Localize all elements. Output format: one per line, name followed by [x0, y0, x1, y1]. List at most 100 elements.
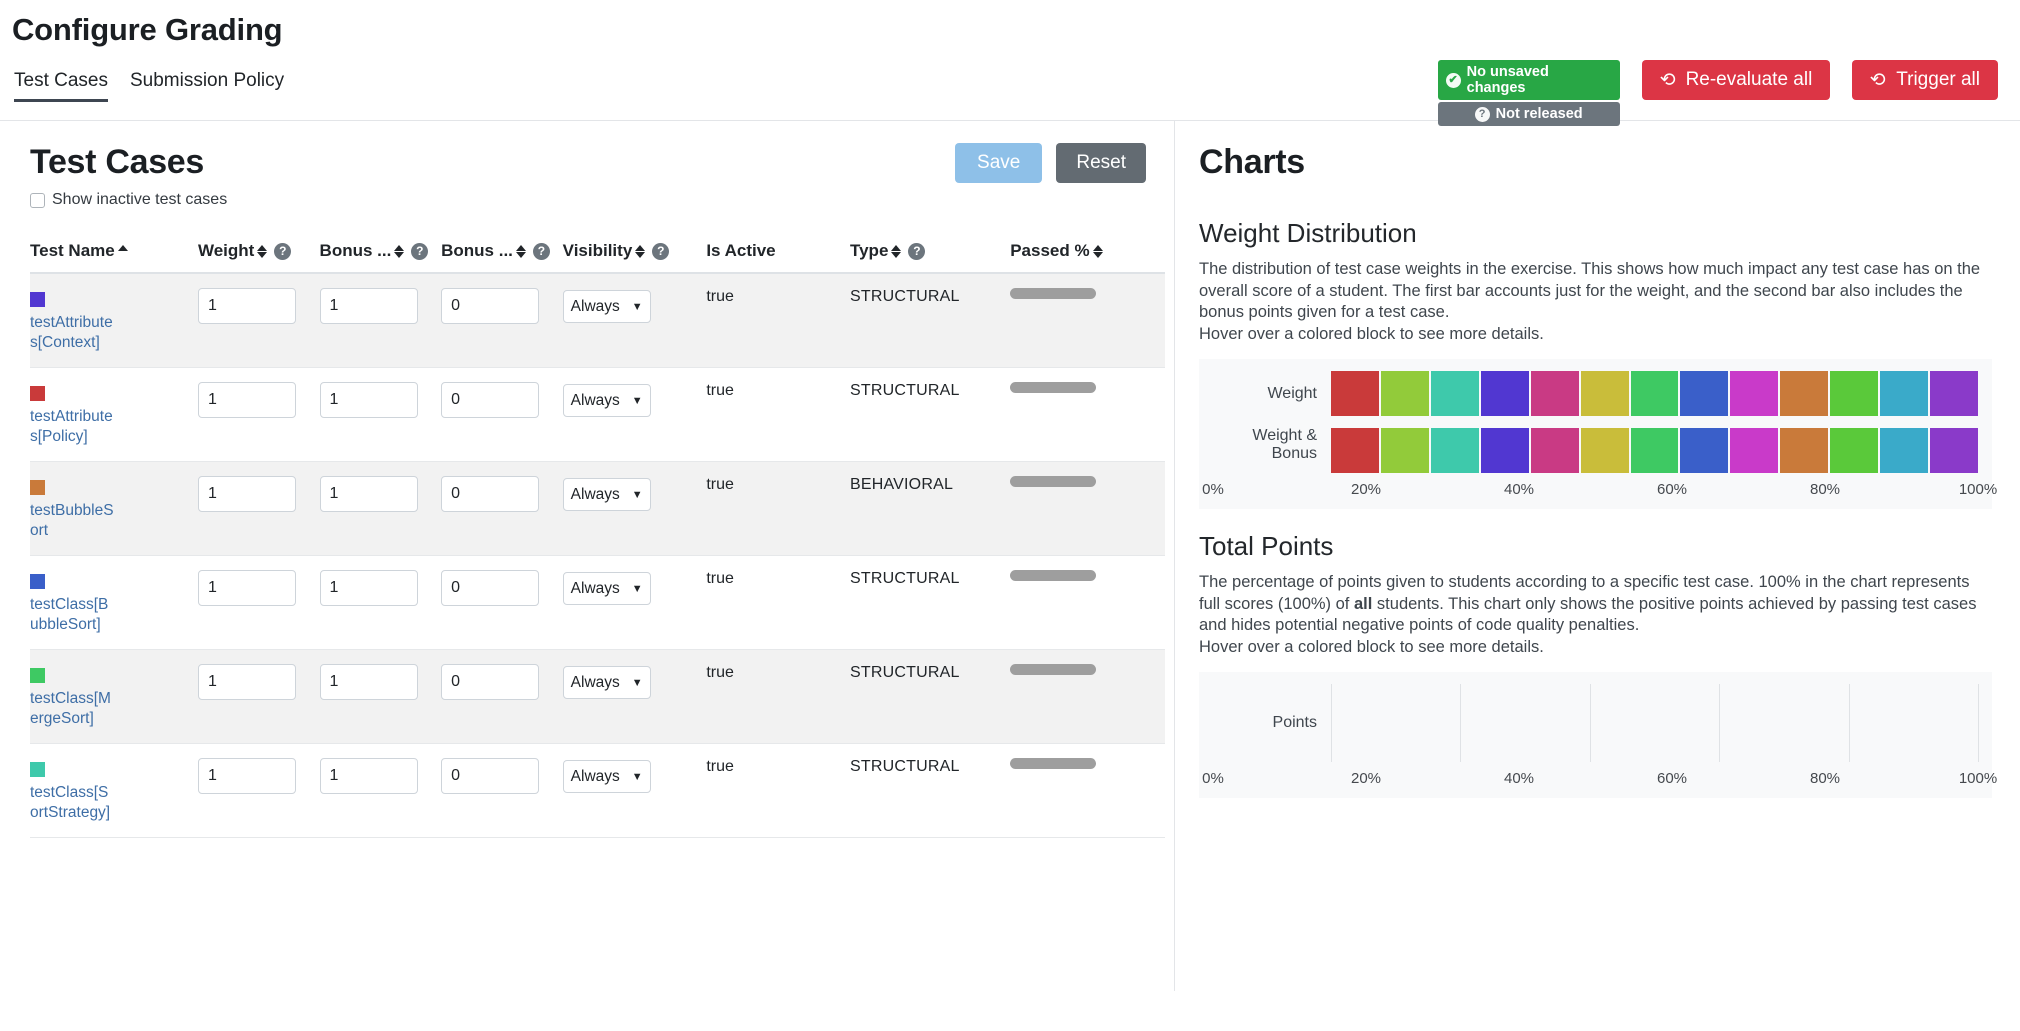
bonus-multiplier-input[interactable]: [320, 288, 418, 324]
show-inactive-row[interactable]: Show inactive test cases: [30, 191, 227, 209]
passed-percent-cell: [1010, 650, 1165, 744]
chart-gridline: [1460, 684, 1461, 762]
chart-row-label: Points: [1213, 714, 1317, 732]
visibility-cell: Always ▼: [563, 273, 707, 368]
total-points-chart: Points 0%20%40%60%80%100%: [1199, 672, 1992, 798]
bonus-multiplier-input[interactable]: [320, 664, 418, 700]
visibility-select[interactable]: Always▼: [563, 760, 651, 793]
chart-segment[interactable]: [1680, 371, 1728, 416]
bonus-points-input[interactable]: [441, 758, 539, 794]
visibility-select[interactable]: Always▼: [563, 666, 651, 699]
save-button[interactable]: Save: [955, 143, 1042, 183]
chart-segment[interactable]: [1381, 371, 1429, 416]
visibility-select[interactable]: Always▼: [563, 572, 651, 605]
chart-segment[interactable]: [1481, 371, 1529, 416]
chart-segment[interactable]: [1730, 371, 1778, 416]
chart-segment[interactable]: [1381, 428, 1429, 473]
visibility-select[interactable]: Always ▼: [563, 290, 651, 323]
column-header-test-name[interactable]: Test Name: [30, 241, 198, 273]
help-icon[interactable]: ?: [652, 243, 669, 260]
test-name-link[interactable]: testClass[SortStrategy]: [30, 783, 116, 823]
chart-segment[interactable]: [1780, 371, 1828, 416]
table-row: testClass[BubbleSort]Always▼trueSTRUCTUR…: [30, 556, 1165, 650]
bonus-points-input[interactable]: [441, 288, 539, 324]
bonus-multiplier-input[interactable]: [320, 476, 418, 512]
weight-input[interactable]: [198, 288, 296, 324]
test-name-link[interactable]: testClass[MergeSort]: [30, 689, 116, 729]
chart-segment[interactable]: [1631, 428, 1679, 473]
weight-input[interactable]: [198, 382, 296, 418]
visibility-select[interactable]: Always▼: [563, 384, 651, 417]
chart-segment[interactable]: [1780, 428, 1828, 473]
chart-segment[interactable]: [1880, 428, 1928, 473]
help-icon[interactable]: ?: [411, 243, 428, 260]
chart-segment[interactable]: [1531, 371, 1579, 416]
description-hover-hint: Hover over a colored block to see more d…: [1199, 638, 1544, 656]
stacked-bar-weight-bonus[interactable]: [1331, 428, 1978, 473]
column-header-visibility[interactable]: Visibility ?: [563, 241, 707, 273]
chart-segment[interactable]: [1680, 428, 1728, 473]
bonus-points-input[interactable]: [441, 570, 539, 606]
bonus-points-input[interactable]: [441, 476, 539, 512]
chart-segment[interactable]: [1730, 428, 1778, 473]
bonus-multiplier-input[interactable]: [320, 570, 418, 606]
chevron-down-icon: ▼: [632, 301, 643, 313]
type-cell: STRUCTURAL: [850, 273, 1010, 368]
weight-distribution-title: Weight Distribution: [1199, 218, 1992, 249]
chart-row-label: Weight: [1213, 385, 1331, 403]
status-badges: ✔ No unsaved changes ? Not released: [1438, 60, 1620, 126]
description-emphasis: all: [1354, 595, 1372, 613]
weight-input[interactable]: [198, 570, 296, 606]
chart-segment[interactable]: [1830, 428, 1878, 473]
test-color-swatch: [30, 386, 45, 401]
trigger-all-button[interactable]: ⟳ Trigger all: [1852, 60, 1998, 100]
tab-test-cases[interactable]: Test Cases: [14, 70, 108, 102]
column-header-bonus-points[interactable]: Bonus ... ?: [441, 241, 563, 273]
help-icon[interactable]: ?: [274, 243, 291, 260]
chart-segment[interactable]: [1930, 428, 1978, 473]
charts-pane: Charts Weight Distribution The distribut…: [1175, 121, 2020, 991]
test-name-link[interactable]: testBubbleSort: [30, 501, 116, 541]
test-name-link[interactable]: testClass[BubbleSort]: [30, 595, 116, 635]
bonus-multiplier-input[interactable]: [320, 758, 418, 794]
weight-input[interactable]: [198, 664, 296, 700]
chart-segment[interactable]: [1880, 371, 1928, 416]
weight-input[interactable]: [198, 758, 296, 794]
visibility-select[interactable]: Always▼: [563, 478, 651, 511]
chart-segment[interactable]: [1531, 428, 1579, 473]
chevron-down-icon: ▼: [632, 489, 643, 501]
reset-button[interactable]: Reset: [1056, 143, 1146, 183]
test-name-link[interactable]: testAttributes[Context]: [30, 313, 116, 353]
bonus-points-input[interactable]: [441, 664, 539, 700]
column-header-type[interactable]: Type ?: [850, 241, 1010, 273]
bonus-multiplier-input[interactable]: [320, 382, 418, 418]
help-icon[interactable]: ?: [908, 243, 925, 260]
column-header-weight[interactable]: Weight ?: [198, 241, 320, 273]
test-cases-heading: Test Cases: [30, 143, 227, 182]
chart-segment[interactable]: [1331, 428, 1379, 473]
tab-submission-policy[interactable]: Submission Policy: [130, 70, 284, 102]
chart-segment[interactable]: [1830, 371, 1878, 416]
test-name-link[interactable]: testAttributes[Policy]: [30, 407, 116, 447]
help-icon[interactable]: ?: [533, 243, 550, 260]
weight-input[interactable]: [198, 476, 296, 512]
bonus-points-input[interactable]: [441, 382, 539, 418]
stacked-bar-weight[interactable]: [1331, 371, 1978, 416]
show-inactive-checkbox[interactable]: [30, 193, 45, 208]
chart-segment[interactable]: [1930, 371, 1978, 416]
column-header-passed-percent[interactable]: Passed %: [1010, 241, 1165, 273]
chart-segment[interactable]: [1581, 371, 1629, 416]
chart-segment[interactable]: [1331, 371, 1379, 416]
chart-segment[interactable]: [1431, 371, 1479, 416]
visibility-value: Always: [571, 298, 620, 316]
chart-segment[interactable]: [1631, 371, 1679, 416]
bonus-points-cell: [441, 556, 563, 650]
chart-segment[interactable]: [1481, 428, 1529, 473]
column-header-bonus-multiplier[interactable]: Bonus ... ?: [320, 241, 442, 273]
re-evaluate-all-button[interactable]: ⟳ Re-evaluate all: [1642, 60, 1831, 100]
sort-both-icon: [1093, 244, 1103, 259]
chart-segment[interactable]: [1431, 428, 1479, 473]
is-active-cell: true: [706, 368, 850, 462]
chart-segment[interactable]: [1581, 428, 1629, 473]
bonus-points-cell: [441, 650, 563, 744]
